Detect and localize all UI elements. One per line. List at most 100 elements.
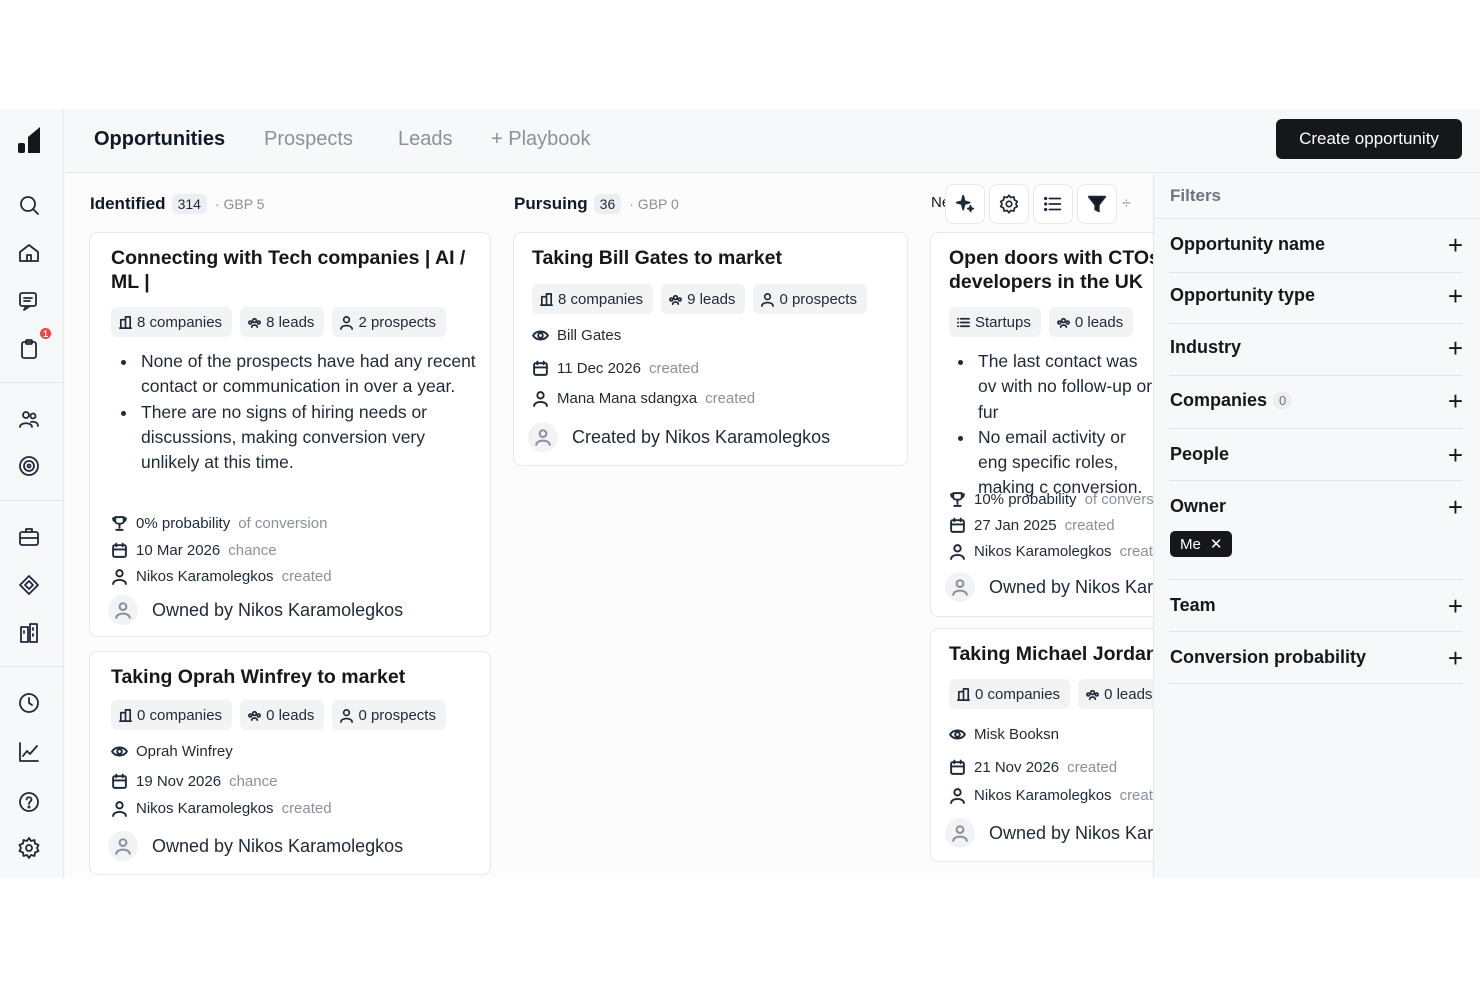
companies-chip[interactable]: 0 companies — [949, 679, 1071, 709]
plus-icon[interactable]: + — [1448, 335, 1463, 361]
chat-icon[interactable] — [15, 287, 43, 315]
filter-companies[interactable]: Companies 0 + — [1170, 388, 1463, 414]
column-header-identified: Identified 314 · GBP 5 — [90, 194, 264, 214]
plus-icon[interactable]: + — [1448, 388, 1463, 414]
filter-industry[interactable]: Industry + — [1170, 335, 1463, 361]
chart-icon[interactable] — [15, 738, 43, 766]
target-icon[interactable] — [15, 452, 43, 480]
insight-item: None of the prospects have had any recen… — [138, 349, 478, 400]
filter-label: Opportunity type — [1170, 285, 1315, 305]
app-logo[interactable] — [16, 123, 44, 155]
plus-icon[interactable]: + — [1448, 593, 1463, 619]
avatar — [528, 422, 558, 452]
board-settings-button[interactable] — [989, 184, 1029, 224]
date-row: 19 Nov 2026 chance — [111, 773, 277, 790]
card-chips: 0 companies 0 leads 0 prospects — [111, 700, 446, 730]
leads-chip[interactable]: 0 leads — [1048, 307, 1134, 337]
creator-name: Nikos Karamolegkos — [974, 543, 1112, 560]
diamond-icon[interactable] — [15, 571, 43, 599]
plus-icon[interactable]: + — [1448, 645, 1463, 671]
tab-prospects[interactable]: Prospects — [264, 128, 353, 151]
tab-playbook[interactable]: + Playbook — [491, 128, 591, 151]
companies-chip[interactable]: 8 companies — [111, 307, 233, 337]
chip-label: 0 prospects — [358, 706, 436, 724]
chip-label: 8 leads — [266, 313, 315, 331]
tab-leads[interactable]: Leads — [398, 128, 453, 151]
briefcase-icon[interactable] — [15, 523, 43, 551]
prospects-chip[interactable]: 0 prospects — [332, 700, 446, 730]
watcher-name: Bill Gates — [557, 327, 622, 344]
plus-icon[interactable]: + — [1448, 283, 1463, 309]
avatar — [945, 572, 975, 602]
plus-icon[interactable]: + — [1448, 494, 1463, 520]
chip-label: 8 companies — [137, 313, 223, 331]
date-suffix: created — [648, 360, 699, 377]
filter-owner[interactable]: Owner + — [1170, 494, 1463, 520]
probability-row: 0% probability of conversion — [111, 515, 327, 532]
chip-label: 0 companies — [975, 685, 1061, 703]
filter-opportunity-name[interactable]: Opportunity name + — [1170, 232, 1463, 258]
filter-button[interactable] — [1077, 184, 1117, 224]
plus-icon[interactable]: + — [1448, 442, 1463, 468]
buildings-icon — [957, 687, 970, 701]
owner-label: Owned by Nikos Karar — [989, 822, 1153, 843]
creator-name: Nikos Karamolegkos — [136, 800, 274, 817]
filter-label: Industry — [1170, 337, 1242, 357]
plus-icon[interactable]: + — [1448, 232, 1463, 258]
close-icon[interactable]: ✕ — [1210, 535, 1223, 553]
search-icon[interactable] — [15, 191, 43, 219]
home-icon[interactable] — [15, 239, 43, 267]
prospects-chip[interactable]: 2 prospects — [332, 307, 446, 337]
ai-sparkle-button[interactable] — [945, 184, 985, 224]
leads-chip[interactable]: 0 leads — [1078, 679, 1153, 709]
insight-list: The last contact was ov with no follow-u… — [955, 349, 1153, 501]
person-icon — [535, 429, 551, 446]
column-count: 36 — [593, 194, 622, 214]
leads-chip[interactable]: 8 leads — [240, 307, 325, 337]
chip-label: 0 leads — [1104, 685, 1153, 703]
companies-chip[interactable]: 8 companies — [532, 284, 654, 314]
people-icon[interactable] — [15, 405, 43, 433]
filter-opportunity-type[interactable]: Opportunity type + — [1170, 283, 1463, 309]
person-icon — [340, 708, 354, 723]
gear-icon — [999, 194, 1019, 214]
owner-filter-pill[interactable]: Me ✕ — [1170, 531, 1233, 557]
owner-row: Owned by Nikos Karar — [945, 572, 1153, 602]
column-header-pursuing: Pursuing 36 · GBP 0 — [514, 194, 679, 214]
opportunity-card[interactable]: Open doors with CTOs developers in the U… — [930, 232, 1153, 617]
companies-chip[interactable]: 0 companies — [111, 700, 233, 730]
date-suffix: created — [1067, 759, 1118, 776]
help-icon[interactable] — [15, 788, 43, 816]
list-view-button[interactable] — [1033, 184, 1073, 224]
clipboard-icon[interactable] — [15, 335, 43, 363]
type-chip[interactable]: Startups — [949, 307, 1041, 337]
create-opportunity-button[interactable]: Create opportunity — [1276, 119, 1462, 159]
avatar — [108, 595, 138, 625]
filter-count-badge: 0 — [1273, 392, 1293, 409]
watcher-row: Bill Gates — [532, 327, 621, 344]
chip-label: 8 companies — [558, 290, 644, 308]
leads-chip[interactable]: 9 leads — [661, 284, 746, 314]
filter-conversion-probability[interactable]: Conversion probability + — [1170, 645, 1463, 671]
opportunity-card[interactable]: Connecting with Tech companies | AI / ML… — [89, 232, 491, 637]
filter-people[interactable]: People + — [1170, 442, 1463, 468]
sparkle-icon — [955, 194, 975, 213]
creator-suffix: create — [1119, 543, 1153, 560]
card-title-line: Connecting with Tech companies | AI / — [111, 247, 466, 269]
filter-team[interactable]: Team + — [1170, 593, 1463, 619]
prospects-chip[interactable]: 0 prospects — [753, 284, 867, 314]
opportunity-card[interactable]: Taking Bill Gates to market 8 companies … — [513, 232, 908, 466]
opportunity-card[interactable]: Taking Michael Jordan 0 companies 0 lead… — [930, 628, 1153, 862]
buildings-icon[interactable] — [15, 619, 43, 647]
clock-icon[interactable] — [15, 689, 43, 717]
sidebar-divider — [0, 500, 64, 501]
creator-row: Nikos Karamolegkos created — [111, 800, 332, 817]
opportunity-card[interactable]: Taking Oprah Winfrey to market 0 compani… — [89, 651, 491, 875]
card-chips: 8 companies 8 leads 2 prospects — [111, 307, 446, 337]
date-suffix: chance — [228, 542, 277, 559]
tab-opportunities[interactable]: Opportunities — [94, 128, 225, 151]
settings-icon[interactable] — [15, 834, 43, 862]
filters-divider — [1154, 218, 1480, 219]
leads-chip[interactable]: 0 leads — [240, 700, 325, 730]
owner-label: Owned by Nikos Karar — [989, 576, 1153, 597]
